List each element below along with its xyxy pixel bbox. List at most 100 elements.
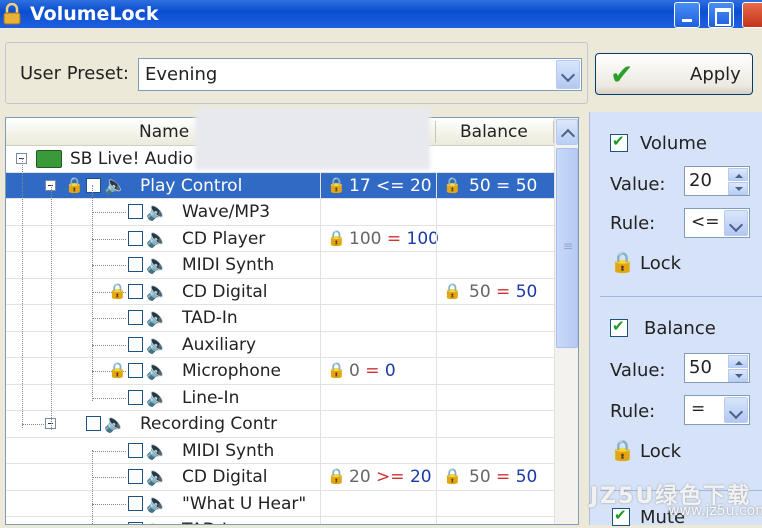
speaker-icon: 🔈 <box>146 307 169 328</box>
tree-row[interactable]: 🔒 🔈 Play Control 🔒 17 <= 20 🔒 50 = 50 <box>6 172 554 199</box>
volume-cell <box>320 411 436 437</box>
padlock-icon: 🔒 <box>108 281 127 300</box>
column-header-balance[interactable]: Balance <box>460 122 528 142</box>
spin-up-icon[interactable] <box>728 168 748 181</box>
balance-cell <box>436 411 554 437</box>
row-name: SB Live! Audio <box>70 149 194 169</box>
balance-cell <box>436 517 554 524</box>
row-checkbox[interactable] <box>128 310 143 325</box>
padlock-icon: 🔒 <box>108 361 127 379</box>
row-checkbox[interactable] <box>86 416 101 431</box>
chevron-down-icon[interactable] <box>724 210 748 236</box>
volume-lock-label[interactable]: Lock <box>640 253 681 274</box>
row-checkbox[interactable] <box>128 257 143 272</box>
sound-card-icon <box>36 150 62 168</box>
scrollbar-thumb[interactable] <box>556 148 578 348</box>
padlock-icon: 🔒 <box>327 175 346 194</box>
padlock-icon: 🔒 <box>443 281 462 300</box>
tree-row[interactable]: 🔈 MIDI Synth <box>6 437 554 464</box>
divider <box>600 296 762 297</box>
user-preset-select[interactable]: Evening <box>138 58 582 91</box>
row-name: Play Control <box>140 175 243 196</box>
scroll-up-arrow-icon[interactable] <box>556 119 578 145</box>
volume-rule-select[interactable]: <= <box>684 208 750 238</box>
tree-row[interactable]: 🔈 MIDI Synth <box>6 252 554 279</box>
padlock-icon: 🔒 <box>327 467 346 485</box>
blurred-region <box>195 108 430 170</box>
balance-value: 50 = 50 <box>469 281 538 302</box>
tree-guide-line <box>92 450 93 524</box>
row-checkbox[interactable] <box>128 336 143 352</box>
tree-row[interactable]: 🔈 CD Player 🔒 100 = 100 <box>6 225 554 252</box>
padlock-icon: 🔒 <box>610 250 635 274</box>
tree-row[interactable]: 🔈 Line-In <box>6 384 554 411</box>
spin-down-icon[interactable] <box>728 369 748 382</box>
row-checkbox[interactable] <box>128 230 143 246</box>
tree-row[interactable]: 🔈 TAD-In <box>6 305 554 332</box>
volume-cell <box>320 252 436 278</box>
tree-row[interactable]: 🔈 "What U Hear" <box>6 490 554 517</box>
volume-checkbox[interactable] <box>610 132 628 152</box>
row-name: CD Digital <box>182 467 268 487</box>
volume-cell: 🔒 0 = 0 <box>320 358 436 384</box>
tree-guide-line <box>92 185 93 401</box>
speaker-icon: 🔈 <box>146 201 169 222</box>
window-title: VolumeLock <box>30 3 159 25</box>
vertical-scrollbar[interactable] <box>554 118 578 524</box>
speaker-icon: 🔈 <box>146 439 169 461</box>
balance-cell <box>436 384 554 411</box>
chevron-down-icon[interactable] <box>724 397 748 423</box>
balance-cell: 🔒 50 = 50 <box>436 278 554 305</box>
volume-rule-label: Rule: <box>610 213 656 234</box>
row-checkbox[interactable] <box>128 442 143 458</box>
tree-row[interactable]: 🔈 CD Digital 🔒 20 >= 20 🔒 50 = 50 <box>6 464 554 491</box>
balance-value-spinner[interactable]: 50 <box>684 353 750 383</box>
tree-row[interactable]: 🔒 🔈 Microphone 🔒 0 = 0 <box>6 358 554 385</box>
close-button[interactable] <box>742 2 762 28</box>
balance-cell <box>436 252 554 278</box>
balance-rule-value: = <box>691 399 706 419</box>
row-name: Wave/MP3 <box>182 202 271 222</box>
row-checkbox[interactable] <box>128 495 143 511</box>
padlock-icon: 🔒 <box>610 438 635 462</box>
mute-checkbox[interactable] <box>612 506 630 526</box>
tree-row[interactable]: 🔈 TAD-In <box>6 517 554 524</box>
balance-rule-select[interactable]: = <box>684 395 750 425</box>
volume-value: 17 <= 20 <box>349 175 432 196</box>
spin-down-icon[interactable] <box>728 182 748 195</box>
row-checkbox[interactable] <box>128 469 143 484</box>
watermark-url: www.jz5u.com <box>668 503 762 519</box>
row-checkbox[interactable] <box>128 363 143 378</box>
maximize-button[interactable] <box>708 2 734 28</box>
chevron-down-icon[interactable] <box>556 60 580 89</box>
tree-row[interactable]: 🔈 Recording Contr <box>6 411 554 438</box>
row-checkbox[interactable] <box>86 177 101 193</box>
tree-guide-line <box>22 158 23 428</box>
tree-row[interactable]: 🔒 🔈 CD Digital 🔒 50 = 50 <box>6 278 554 305</box>
row-checkbox[interactable] <box>128 204 143 219</box>
speaker-icon: 🔈 <box>146 492 169 514</box>
user-preset-value: Evening <box>145 64 218 85</box>
speaker-icon: 🔈 <box>146 360 169 381</box>
balance-lock-label[interactable]: Lock <box>640 441 681 462</box>
speaker-icon: 🔈 <box>146 519 168 524</box>
row-checkbox[interactable] <box>128 283 143 299</box>
balance-cell <box>436 358 554 384</box>
volume-value: 0 = 0 <box>349 361 396 381</box>
row-checkbox[interactable] <box>128 389 143 405</box>
minimize-button[interactable] <box>674 2 700 28</box>
volume-value: 100 = 100 <box>349 228 439 249</box>
volume-cell <box>320 305 436 331</box>
row-name: Auxiliary <box>182 334 257 355</box>
balance-checkbox[interactable] <box>610 317 628 337</box>
column-header-name[interactable]: Name <box>139 122 189 142</box>
tree-row[interactable]: 🔈 Wave/MP3 <box>6 199 554 226</box>
apply-button[interactable]: ✔ Apply <box>595 53 753 95</box>
spin-up-icon[interactable] <box>728 355 748 368</box>
balance-cell <box>436 490 554 517</box>
mixer-tree[interactable]: Name Balance SB Live! Audio 🔒 🔈 Play Contro… <box>5 117 579 525</box>
volume-cell <box>320 199 436 225</box>
volume-value-spinner[interactable]: 20 <box>684 166 750 196</box>
tree-row[interactable]: 🔈 Auxiliary <box>6 331 554 358</box>
volume-value: 20 <box>689 170 712 191</box>
